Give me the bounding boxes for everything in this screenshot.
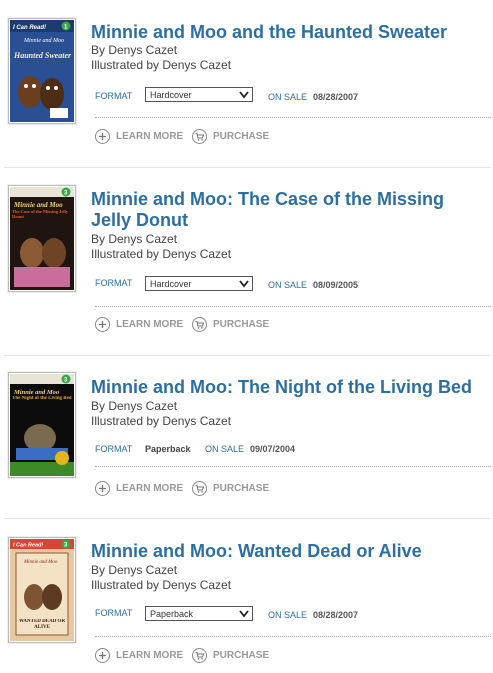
svg-text:Minnie and Moo: Minnie and Moo xyxy=(13,389,60,396)
format-row: FORMAT Paperback ON SALE 08/28/2007 xyxy=(95,606,491,637)
on-sale-label: ON SALE xyxy=(268,610,308,620)
chevron-down-icon xyxy=(239,91,249,99)
book-cover[interactable]: I Can Read! 3 Minnie and Moo WANTED DEAD… xyxy=(8,537,76,643)
purchase-label: PURCHASE xyxy=(213,318,270,330)
format-select-value: Hardcover xyxy=(150,279,192,289)
learn-more-button[interactable]: LEARN MORE xyxy=(95,479,183,497)
learn-more-label: LEARN MORE xyxy=(116,318,184,330)
book-cover[interactable]: 3 Minnie and Moo The Case of the Missing… xyxy=(8,185,76,292)
format-label: FORMAT xyxy=(95,278,133,288)
book-cover[interactable]: I Can Read! 1 Minnie and Moo Haunted Swe… xyxy=(8,18,76,124)
cover-art-icon: I Can Read! 1 Minnie and Moo Haunted Swe… xyxy=(10,20,74,122)
learn-more-button[interactable]: LEARN MORE xyxy=(95,127,183,145)
purchase-button[interactable]: PURCHASE xyxy=(192,479,269,497)
learn-more-label: LEARN MORE xyxy=(116,649,184,661)
plus-icon xyxy=(95,480,110,496)
book-author[interactable]: By Denys Cazet xyxy=(91,232,177,247)
book-actions: LEARN MORE PURCHASE xyxy=(95,646,345,666)
svg-text:I Can Read!: I Can Read! xyxy=(13,25,46,31)
cover-art-icon: I Can Read! 3 Minnie and Moo WANTED DEAD… xyxy=(10,539,74,641)
book-title[interactable]: Minnie and Moo and the Haunted Sweater xyxy=(91,22,481,43)
on-sale-date: 08/09/2005 xyxy=(313,280,359,290)
cart-icon xyxy=(192,480,207,496)
purchase-label: PURCHASE xyxy=(213,482,270,494)
learn-more-button[interactable]: LEARN MORE xyxy=(95,315,183,333)
divider xyxy=(4,355,491,356)
svg-text:Haunted Sweater: Haunted Sweater xyxy=(13,51,72,60)
cart-icon xyxy=(192,647,207,663)
on-sale-date: 09/07/2004 xyxy=(250,444,296,454)
book-illustrator: Illustrated by Denys Cazet xyxy=(91,247,232,261)
book-actions: LEARN MORE PURCHASE xyxy=(95,315,345,335)
plus-icon xyxy=(95,647,110,663)
purchase-button[interactable]: PURCHASE xyxy=(192,646,269,664)
book-illustrator: Illustrated by Denys Cazet xyxy=(91,58,232,72)
purchase-label: PURCHASE xyxy=(213,649,270,661)
chevron-down-icon xyxy=(239,280,249,288)
book-actions: LEARN MORE PURCHASE xyxy=(95,127,345,147)
svg-text:Minnie and Moo: Minnie and Moo xyxy=(23,38,64,44)
format-select[interactable]: Paperback xyxy=(145,606,253,621)
on-sale-date: 08/28/2007 xyxy=(313,92,359,102)
plus-icon xyxy=(95,316,110,332)
divider xyxy=(4,518,491,519)
format-select[interactable]: Hardcover xyxy=(145,276,253,291)
learn-more-button[interactable]: LEARN MORE xyxy=(95,646,183,664)
cover-art-icon: 3 Minnie and Moo The Night of the Living… xyxy=(10,374,74,476)
book-title[interactable]: Minnie and Moo: The Case of the Missing … xyxy=(91,189,481,231)
format-label: FORMAT xyxy=(95,608,133,618)
purchase-label: PURCHASE xyxy=(213,130,270,142)
book-cover[interactable]: 3 Minnie and Moo The Night of the Living… xyxy=(8,372,76,478)
book-actions: LEARN MORE PURCHASE xyxy=(95,479,345,499)
book-author[interactable]: By Denys Cazet xyxy=(91,563,177,578)
purchase-button[interactable]: PURCHASE xyxy=(192,127,269,145)
format-row: FORMAT Hardcover ON SALE 08/09/2005 xyxy=(95,276,491,307)
cart-icon xyxy=(192,128,207,144)
book-author[interactable]: By Denys Cazet xyxy=(91,399,177,414)
book-title[interactable]: Minnie and Moo: The Night of the Living … xyxy=(91,377,481,398)
format-select-value: Paperback xyxy=(150,609,194,619)
on-sale-date: 08/28/2007 xyxy=(313,610,359,620)
format-select[interactable]: Hardcover xyxy=(145,87,253,102)
book-title[interactable]: Minnie and Moo: Wanted Dead or Alive xyxy=(91,541,481,562)
format-select-value: Hardcover xyxy=(150,90,192,100)
book-illustrator: Illustrated by Denys Cazet xyxy=(91,578,232,592)
learn-more-label: LEARN MORE xyxy=(116,482,184,494)
svg-text:I Can Read!: I Can Read! xyxy=(13,543,43,549)
format-label: FORMAT xyxy=(95,444,133,454)
format-value: Paperback xyxy=(145,444,191,454)
on-sale-label: ON SALE xyxy=(268,92,308,102)
learn-more-label: LEARN MORE xyxy=(116,130,184,142)
svg-text:Minnie and Moo: Minnie and Moo xyxy=(23,560,58,565)
format-row: FORMAT Paperback ON SALE 09/07/2004 xyxy=(95,442,491,467)
plus-icon xyxy=(95,128,110,144)
on-sale-label: ON SALE xyxy=(205,444,245,454)
cart-icon xyxy=(192,316,207,332)
chevron-down-icon xyxy=(239,610,249,618)
on-sale-label: ON SALE xyxy=(268,280,308,290)
svg-text:Minnie and Moo: Minnie and Moo xyxy=(13,201,63,209)
format-row: FORMAT Hardcover ON SALE 08/28/2007 xyxy=(95,87,491,118)
cover-art-icon: 3 Minnie and Moo The Case of the Missing… xyxy=(10,187,74,290)
book-author[interactable]: By Denys Cazet xyxy=(91,43,177,58)
purchase-button[interactable]: PURCHASE xyxy=(192,315,269,333)
book-illustrator: Illustrated by Denys Cazet xyxy=(91,414,232,428)
divider xyxy=(4,167,491,168)
format-label: FORMAT xyxy=(95,91,133,101)
